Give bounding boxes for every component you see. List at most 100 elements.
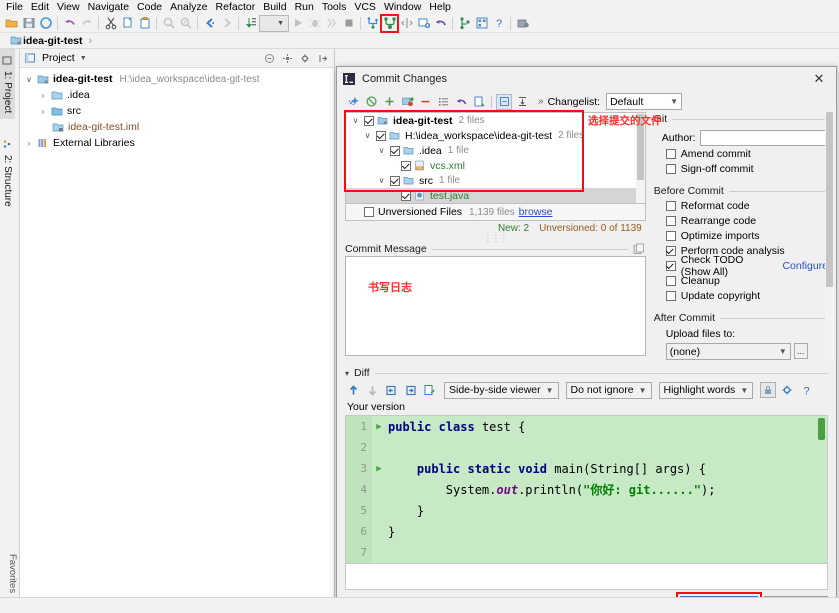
chevron-right-icon[interactable]: › <box>38 107 48 116</box>
replace-icon[interactable] <box>177 15 194 32</box>
branch-icon[interactable] <box>456 15 473 32</box>
menu-item-file[interactable]: File <box>2 0 27 14</box>
update-copyright-checkbox[interactable] <box>665 290 676 301</box>
next-diff-icon[interactable] <box>364 382 380 398</box>
diff-icon[interactable] <box>398 15 415 32</box>
commit-message-input[interactable]: 书写日志 <box>345 256 646 356</box>
perform-code-analysis-checkbox[interactable] <box>665 245 676 256</box>
amend-commit-checkbox-row[interactable]: Amend commit <box>654 146 828 161</box>
edit-source-icon[interactable] <box>421 382 437 398</box>
sync-icon[interactable] <box>37 15 54 32</box>
fold-marker-icon[interactable]: ▶ <box>372 464 386 474</box>
breadcrumb-project[interactable]: idea-git-test <box>23 35 83 47</box>
delete-changelist-icon[interactable] <box>417 94 433 110</box>
undo-icon[interactable] <box>61 15 78 32</box>
unversioned-files-row[interactable]: Unversioned Files 1,139 files browse <box>345 204 646 221</box>
save-all-icon[interactable] <box>20 15 37 32</box>
chevron-down-icon[interactable]: ∨ <box>24 75 34 84</box>
cut-icon[interactable] <box>102 15 119 32</box>
move-to-changelist-icon[interactable] <box>399 94 415 110</box>
file-tree-row[interactable]: ∨ H:\idea_workspace\idea-git-test 2 file… <box>346 128 645 143</box>
grid-icon[interactable] <box>473 15 490 32</box>
tree-node-iml[interactable]: idea-git-test.iml <box>20 119 334 135</box>
debug-icon[interactable] <box>306 15 323 32</box>
back-icon[interactable] <box>201 15 218 32</box>
push-icon[interactable] <box>415 15 432 32</box>
collapse-arrow-icon[interactable]: ▾ <box>345 369 349 378</box>
gear-icon[interactable] <box>299 52 312 65</box>
tree-node-src[interactable]: › src <box>20 103 334 119</box>
optimize-imports-checkbox-row[interactable]: Optimize imports <box>654 228 828 243</box>
chevron-down-icon[interactable]: ∨ <box>350 116 361 125</box>
rearrange-code-checkbox-row[interactable]: Rearrange code <box>654 213 828 228</box>
changelist-dropdown[interactable]: Default ▼ <box>606 93 683 110</box>
chevron-down-icon[interactable]: ∨ <box>376 146 387 155</box>
configure-link[interactable]: Configure <box>782 260 828 272</box>
revert-icon[interactable] <box>432 15 449 32</box>
find-icon[interactable] <box>160 15 177 32</box>
help-icon[interactable]: ? <box>490 15 507 32</box>
file-checkbox[interactable] <box>401 160 411 171</box>
target-icon[interactable] <box>281 52 294 65</box>
update-copyright-checkbox-row[interactable]: Update copyright <box>654 288 828 303</box>
viewer-mode-dropdown[interactable]: Side-by-side viewer ▼ <box>444 381 559 399</box>
menu-item-analyze[interactable]: Analyze <box>166 0 211 14</box>
menu-item-run[interactable]: Run <box>291 0 318 14</box>
check-todo-checkbox-row[interactable]: Check TODO (Show All) Configure <box>654 254 828 278</box>
author-input[interactable] <box>699 130 828 146</box>
run-config-dropdown[interactable]: ▼ <box>259 14 289 32</box>
stop-icon[interactable] <box>340 15 357 32</box>
overflow-chevrons-icon[interactable]: » <box>538 96 544 107</box>
gear-icon[interactable] <box>779 382 795 398</box>
menu-item-window[interactable]: Window <box>380 0 425 14</box>
chevron-right-icon[interactable]: › <box>24 139 34 148</box>
compile-icon[interactable] <box>242 15 259 32</box>
hide-icon[interactable] <box>317 52 330 65</box>
settings-icon[interactable] <box>514 15 531 32</box>
expand-icon[interactable] <box>496 93 512 110</box>
paste-icon[interactable] <box>136 15 153 32</box>
coverage-icon[interactable] <box>323 15 340 32</box>
apply-right-icon[interactable] <box>402 382 418 398</box>
rearrange-code-checkbox[interactable] <box>665 215 676 226</box>
help-icon[interactable]: ? <box>798 382 814 398</box>
file-tree-row[interactable]: ∨ .idea 1 file <box>346 143 645 158</box>
prev-diff-icon[interactable] <box>345 382 361 398</box>
rollback-icon[interactable] <box>363 94 379 110</box>
open-folder-icon[interactable] <box>3 15 20 32</box>
fold-marker-icon[interactable]: ▶ <box>372 422 386 432</box>
collapse-all-icon[interactable] <box>263 52 276 65</box>
close-icon[interactable]: ✕ <box>808 69 830 89</box>
file-tree-row[interactable]: ∨ src 1 file <box>346 173 645 188</box>
signoff-commit-checkbox[interactable] <box>665 163 676 174</box>
browse-link[interactable]: browse <box>519 206 553 218</box>
file-checkbox[interactable] <box>390 145 400 156</box>
unversioned-checkbox[interactable] <box>364 207 374 217</box>
tree-node-external-libraries[interactable]: › External Libraries <box>20 135 334 151</box>
show-diff-icon[interactable] <box>471 94 487 110</box>
apply-left-icon[interactable] <box>383 382 399 398</box>
splitter-handle[interactable]: ⋮⋮⋮ <box>345 233 646 243</box>
collapse-icon[interactable] <box>514 94 530 110</box>
amend-commit-checkbox[interactable] <box>665 148 676 159</box>
diff-code-viewer[interactable]: 1 ▶ public class test { 2 3 ▶ public sta… <box>345 415 828 564</box>
file-tree-row[interactable]: test.java <box>346 188 645 203</box>
menu-item-view[interactable]: View <box>53 0 84 14</box>
refresh-changes-icon[interactable] <box>345 94 361 110</box>
tree-node-idea[interactable]: › .idea <box>20 87 334 103</box>
file-checkbox[interactable] <box>390 175 400 186</box>
run-icon[interactable] <box>289 15 306 32</box>
upload-files-browse-button[interactable]: ... <box>793 343 808 359</box>
file-checkbox[interactable] <box>401 190 411 201</box>
diff-scrollbar-thumb[interactable] <box>818 418 825 440</box>
revert-icon[interactable] <box>453 94 469 110</box>
sidebar-item-favorites[interactable]: Favorites <box>0 552 20 595</box>
menu-item-navigate[interactable]: Navigate <box>84 0 133 14</box>
chevron-down-icon[interactable]: ∨ <box>376 176 387 185</box>
menu-item-edit[interactable]: Edit <box>27 0 53 14</box>
lock-icon[interactable] <box>760 382 777 398</box>
forward-icon[interactable] <box>218 15 235 32</box>
menu-item-tools[interactable]: Tools <box>318 0 351 14</box>
upload-files-dropdown[interactable]: (none) ▼ <box>665 343 791 360</box>
sidebar-item-structure[interactable]: 2: Structure <box>0 133 15 213</box>
